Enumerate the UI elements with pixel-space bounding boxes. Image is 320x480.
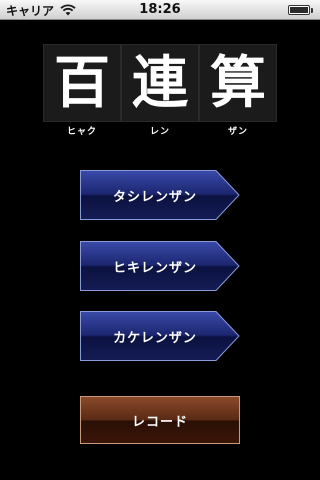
addition-mode-label: タシレンザン [112, 189, 197, 205]
subtraction-mode-button[interactable]: ヒキレンザン [80, 241, 240, 291]
title-kanji-ren: 連 [121, 44, 199, 122]
record-label: レコード [131, 414, 188, 430]
multiplication-mode-button[interactable]: カケレンザン [80, 311, 240, 361]
title-kanji-hyaku: 百 [43, 44, 121, 122]
title-kanji-zan: 算 [199, 44, 277, 122]
multiplication-mode-label: カケレンザン [113, 330, 197, 346]
reading-hyaku: ヒャク [66, 127, 97, 137]
addition-mode-button[interactable]: タシレンザン [80, 170, 240, 220]
record-button[interactable]: レコード [80, 396, 240, 444]
reading-zan: ザン [227, 127, 248, 137]
reading-ren: レン [149, 127, 170, 137]
battery-icon [288, 4, 314, 16]
title-readings: ヒャク レン ザン [43, 124, 277, 137]
status-bar: キャリア 18:26 [0, 0, 320, 20]
title-logo: 百 連 算 [43, 44, 277, 122]
subtraction-mode-label: ヒキレンザン [112, 260, 197, 276]
status-time: 18:26 [139, 2, 181, 17]
